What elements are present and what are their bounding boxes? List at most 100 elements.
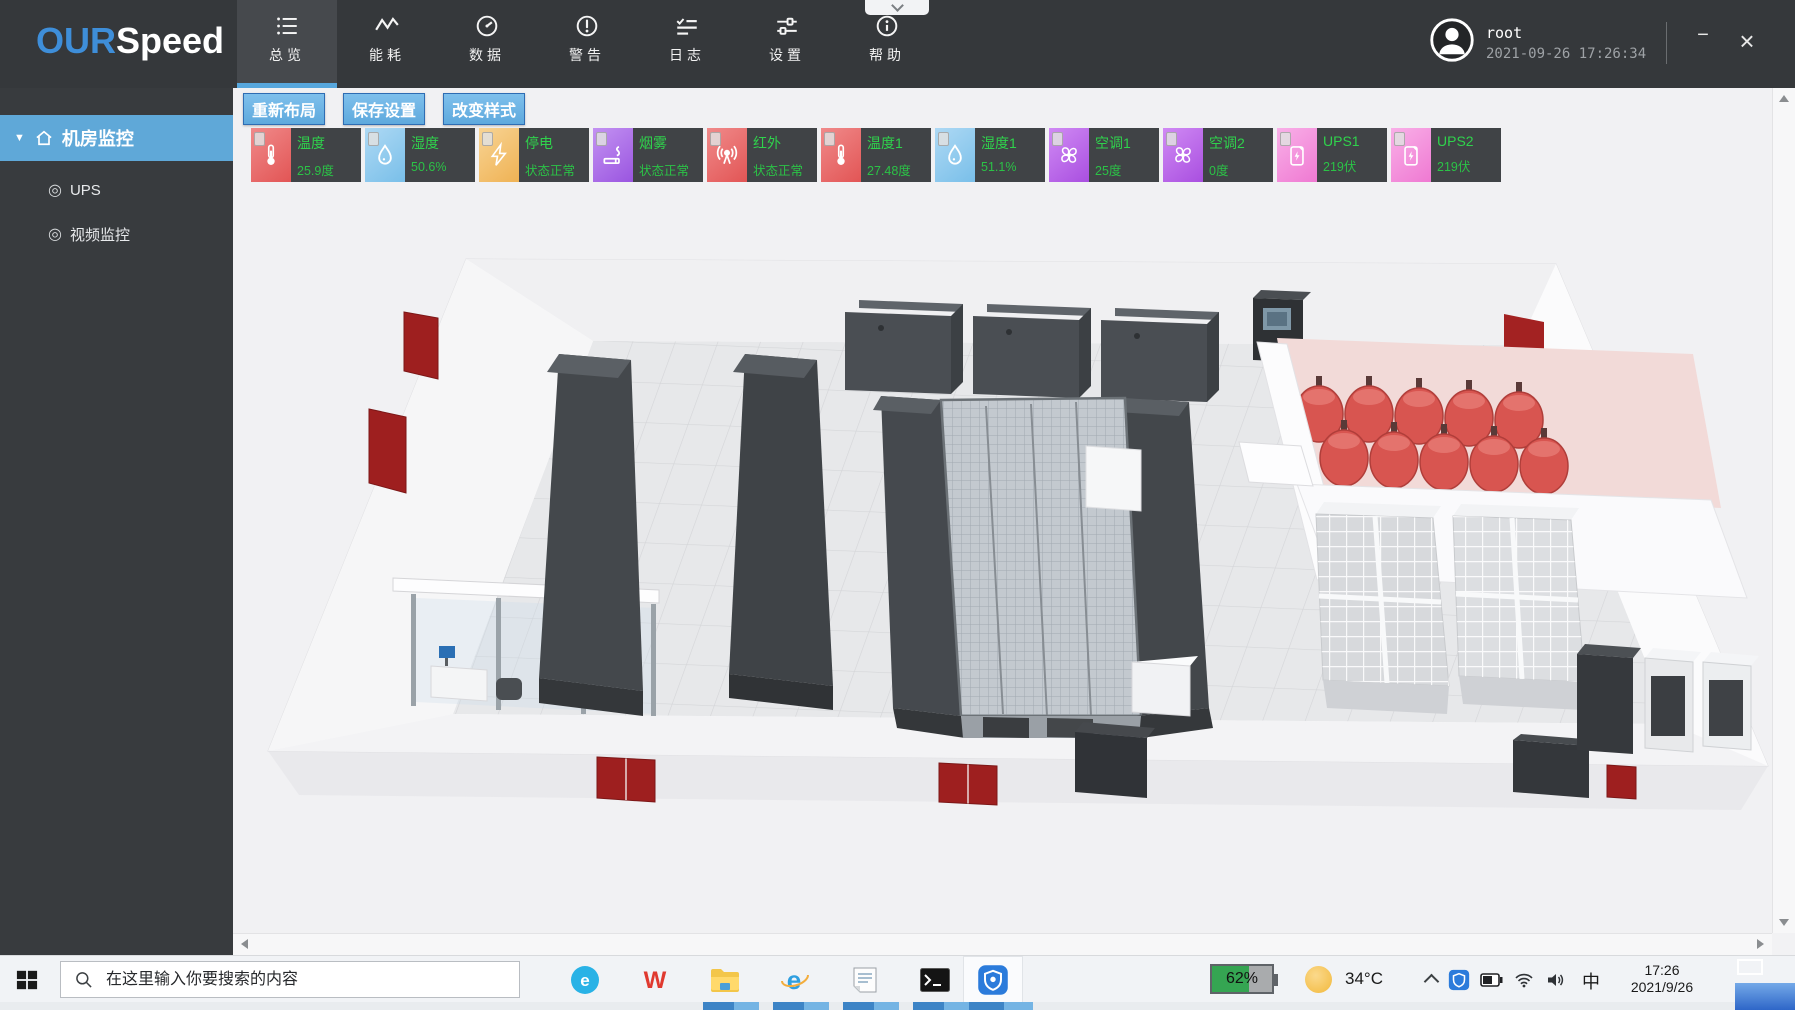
start-button[interactable] [0, 956, 54, 1003]
change-style-button[interactable]: 改变样式 [443, 93, 525, 125]
sensor-label: 温度 [297, 133, 361, 153]
sensor-tile-infrared[interactable]: 红外状态正常 [707, 128, 817, 182]
taskbar-search[interactable] [60, 961, 520, 998]
ups-battery-icon [1391, 128, 1431, 182]
relayout-button[interactable]: 重新布局 [243, 93, 325, 125]
taskbar-bottom-strip [0, 1002, 1795, 1010]
energy-pulse-icon [337, 13, 437, 41]
app-file-explorer[interactable] [695, 956, 755, 1003]
header-collapse-tab[interactable] [865, 0, 929, 15]
scroll-right-arrow-icon[interactable] [1757, 939, 1764, 949]
scroll-down-arrow-icon[interactable] [1779, 919, 1789, 926]
logo-part2: Speed [116, 20, 224, 61]
sensor-tile-temperature[interactable]: 温度 25.9度 [251, 128, 361, 182]
sidebar-group-label: 机房监控 [62, 125, 134, 151]
sensor-tile-ups2[interactable]: UPS2219伏 [1391, 128, 1501, 182]
sensor-label: UPS1 [1323, 133, 1387, 149]
sensor-value: 219伏 [1437, 156, 1501, 175]
save-settings-button[interactable]: 保存设置 [343, 93, 425, 125]
sensor-tile-smoke[interactable]: 烟雾状态正常 [593, 128, 703, 182]
tray-window-outline-icon[interactable] [1737, 959, 1763, 975]
app-internet-explorer[interactable]: e [765, 956, 825, 1003]
svg-text:e: e [580, 971, 589, 990]
app-speed-browser[interactable]: e [555, 956, 615, 1003]
sidebar-item-room-monitoring[interactable]: ▼ 机房监控 [0, 115, 233, 161]
ime-indicator[interactable]: 中 [1582, 968, 1600, 994]
running-app-indicator [703, 1002, 759, 1010]
fire-cylinders [1295, 376, 1568, 494]
tray-wifi[interactable] [1508, 956, 1540, 1003]
scroll-left-arrow-icon[interactable] [241, 939, 248, 949]
tab-label: 数据 [437, 45, 537, 65]
datacenter-3d-view[interactable] [241, 246, 1771, 816]
tab-label: 帮助 [837, 45, 937, 65]
sensor-tile-ac2[interactable]: 空调20度 [1163, 128, 1273, 182]
settings-sliders-icon [737, 13, 837, 41]
tray-time: 17:26 [1612, 962, 1712, 979]
app-monitor-shield[interactable] [963, 956, 1023, 1003]
scroll-up-arrow-icon[interactable] [1779, 95, 1789, 102]
windows-taskbar: e W e 62% 34°C [0, 955, 1795, 1002]
sensor-label: 烟雾 [639, 133, 703, 153]
corner-popup-window[interactable] [1735, 983, 1795, 1010]
vertical-scrollbar[interactable] [1772, 88, 1795, 933]
close-button[interactable]: × [1730, 24, 1764, 58]
battery-widget[interactable]: 62% [1210, 964, 1274, 994]
app-wps[interactable]: W [625, 956, 685, 1003]
app-terminal[interactable] [905, 956, 965, 1003]
tray-speaker[interactable] [1540, 956, 1572, 1003]
tray-expand-chevron-icon[interactable] [1424, 974, 1440, 990]
app-notepad[interactable] [835, 956, 895, 1003]
minimize-button[interactable]: − [1688, 24, 1718, 58]
sensor-tile-humidity[interactable]: 湿度50.6% [365, 128, 475, 182]
sensor-value: 25度 [1095, 160, 1159, 179]
svg-text:W: W [644, 967, 667, 994]
sensor-value: 219伏 [1323, 156, 1387, 175]
sensor-tile-ac1[interactable]: 空调125度 [1049, 128, 1159, 182]
sidebar: ▼ 机房监控 ◎ UPS ◎ 视频监控 [0, 88, 233, 955]
droplet-icon [365, 128, 405, 182]
sensor-tile-temperature1[interactable]: 温度127.48度 [821, 128, 931, 182]
user-datetime: 2021-09-26 17:26:34 [1486, 46, 1646, 62]
sensor-label: 温度1 [867, 133, 931, 153]
tab-overview[interactable]: 总览 [237, 0, 337, 88]
sidebar-item-ups[interactable]: ◎ UPS [0, 174, 233, 206]
sensor-value: 状态正常 [525, 160, 589, 179]
avatar[interactable] [1430, 18, 1474, 67]
battery-rack [1453, 504, 1585, 710]
tab-data[interactable]: 数据 [437, 0, 537, 88]
tray-clock[interactable]: 17:26 2021/9/26 [1612, 962, 1712, 996]
fan-icon [1163, 128, 1203, 182]
tray-battery[interactable] [1476, 956, 1508, 1003]
sensor-label: 空调2 [1209, 133, 1273, 153]
sensor-value: 状态正常 [639, 160, 703, 179]
wps-icon: W [639, 965, 671, 995]
sensor-label: 湿度1 [981, 133, 1045, 153]
ups-battery-icon [1277, 128, 1317, 182]
tray-shield[interactable] [1442, 956, 1476, 1003]
tab-alerts[interactable]: 警告 [537, 0, 637, 88]
sidebar-item-video-monitoring[interactable]: ◎ 视频监控 [0, 218, 233, 250]
gauge-icon [437, 13, 537, 41]
horizontal-scrollbar[interactable] [233, 933, 1772, 955]
sensor-value: 25.9度 [297, 160, 361, 179]
search-input[interactable] [104, 970, 484, 990]
tab-label: 日志 [637, 45, 737, 65]
terminal-icon [920, 968, 950, 992]
tab-energy[interactable]: 能耗 [337, 0, 437, 88]
search-icon [74, 970, 94, 990]
tab-logs[interactable]: 日志 [637, 0, 737, 88]
sensor-tile-power-failure[interactable]: 停电状态正常 [479, 128, 589, 182]
logo-part1: OUR [36, 20, 116, 61]
weather-temp[interactable]: 34°C [1345, 969, 1383, 989]
battery-icon [1480, 972, 1504, 988]
sensor-status-bar: 温度 25.9度 湿度50.6% 停电状态正常 烟雾状态正常 [251, 128, 1501, 182]
main-content: 重新布局 保存设置 改变样式 温度 25.9度 湿度50.6% [233, 88, 1795, 955]
fan-icon [1049, 128, 1089, 182]
tab-settings[interactable]: 设置 [737, 0, 837, 88]
tab-label: 总览 [237, 45, 337, 65]
speaker-icon [1546, 972, 1566, 988]
sensor-tile-humidity1[interactable]: 湿度151.1% [935, 128, 1045, 182]
sensor-tile-ups1[interactable]: UPS1 219伏 [1277, 128, 1387, 182]
weather-sun-icon[interactable] [1305, 966, 1332, 993]
